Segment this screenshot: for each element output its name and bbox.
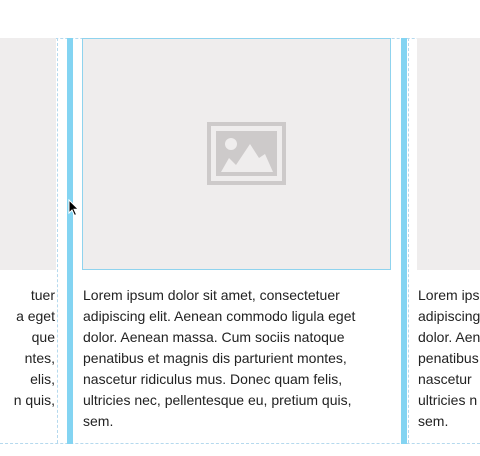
caption-line: nascetur ridiculus mus. Donec quam felis… bbox=[83, 371, 343, 387]
card-right[interactable]: Lorem ips adipiscing dolor. Aen penatibu… bbox=[408, 38, 480, 443]
caption-line: sem. bbox=[418, 413, 449, 429]
caption-line: ultricies n bbox=[418, 392, 478, 408]
caption-line: que bbox=[31, 329, 55, 345]
caption-line: nascetur bbox=[418, 371, 472, 387]
caption-line: penatibus et magnis dis parturient monte… bbox=[83, 350, 347, 366]
card-center-caption[interactable]: Lorem ipsum dolor sit amet, consectetuer… bbox=[83, 285, 393, 432]
caption-line: dolor. Aenean massa. Cum sociis natoque bbox=[83, 329, 345, 345]
caption-line: adipiscing bbox=[418, 308, 480, 324]
card-center[interactable]: Lorem ipsum dolor sit amet, consectetuer… bbox=[74, 38, 398, 443]
caption-line: Lorem ipsum dolor sit amet, consectetuer bbox=[83, 287, 340, 303]
card-center-image[interactable] bbox=[82, 38, 391, 270]
card-left-image[interactable] bbox=[0, 38, 56, 270]
card-left-caption-clip: tuer a eget que ntes, elis, n quis, bbox=[0, 284, 57, 434]
caption-line: sem. bbox=[83, 413, 114, 429]
card-right-caption-clip: Lorem ips adipiscing dolor. Aen penatibu… bbox=[418, 284, 480, 434]
image-placeholder-icon bbox=[207, 122, 286, 185]
caption-line: penatibus bbox=[418, 350, 479, 366]
caption-line: ntes, bbox=[24, 350, 55, 366]
card-right-image[interactable] bbox=[417, 38, 480, 270]
card-left[interactable]: tuer a eget que ntes, elis, n quis, bbox=[0, 38, 58, 443]
card-left-caption[interactable]: tuer a eget que ntes, elis, n quis, bbox=[14, 285, 55, 411]
caption-line: n quis, bbox=[13, 392, 55, 408]
caption-line: ultricies nec, pellentesque eu, pretium … bbox=[83, 392, 352, 408]
caption-line: elis, bbox=[30, 371, 55, 387]
caption-line: adipiscing elit. Aenean commodo ligula e… bbox=[83, 308, 356, 324]
caption-line: Lorem ips bbox=[418, 287, 480, 303]
card-right-caption[interactable]: Lorem ips adipiscing dolor. Aen penatibu… bbox=[418, 285, 480, 432]
caption-line: tuer bbox=[30, 287, 55, 303]
column-resize-handle-right[interactable] bbox=[401, 38, 407, 444]
caption-line: a eget bbox=[16, 308, 55, 324]
column-resize-handle-left[interactable] bbox=[67, 38, 73, 444]
mouse-cursor-icon bbox=[68, 199, 80, 217]
gallery-canvas: tuer a eget que ntes, elis, n quis, Lore… bbox=[0, 0, 480, 456]
caption-line: dolor. Aen bbox=[418, 329, 480, 345]
